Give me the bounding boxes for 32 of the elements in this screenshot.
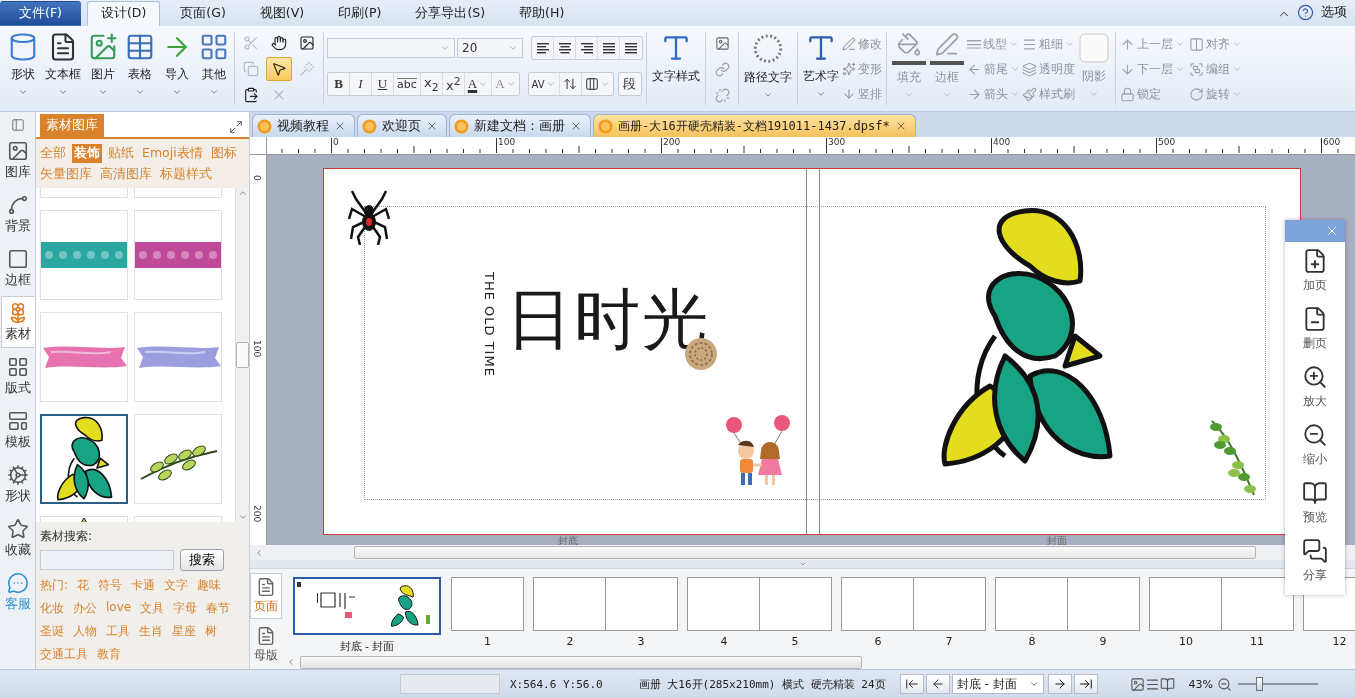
- page-number: 2: [565, 635, 575, 648]
- page-number: 12: [1331, 635, 1348, 648]
- page-label: 封底: [556, 535, 579, 545]
- page-number: 6: [873, 635, 883, 648]
- page-number: 8: [1027, 635, 1037, 648]
- page-number: 封底 - 封面: [338, 639, 396, 654]
- page-label: 封面: [1045, 535, 1068, 545]
- search-label: 素材搜索:: [40, 528, 94, 545]
- ruler-number: 400: [993, 137, 1011, 147]
- ruler-number: 100: [252, 340, 262, 358]
- ruler-number: 100: [498, 137, 516, 147]
- page-number: 10: [1178, 635, 1194, 648]
- page-number: 5: [790, 635, 800, 648]
- zoom-level: 43%: [1188, 677, 1213, 691]
- page-number: 1: [483, 635, 492, 648]
- ruler-number: 0: [333, 137, 339, 147]
- page-number: 11: [1249, 635, 1265, 648]
- cursor-position: X:564.6 Y:56.0: [510, 677, 603, 691]
- page-number: 3: [636, 635, 646, 648]
- hot-label: 热门:: [40, 577, 69, 594]
- subtitle-text: THE OLD TIME: [482, 272, 497, 377]
- ruler-number: 200: [663, 137, 681, 147]
- ruler-number: 500: [1158, 137, 1176, 147]
- ruler-number: 300: [828, 137, 846, 147]
- ruler-number: 0: [252, 175, 262, 181]
- panel-title: 素材图库: [40, 113, 104, 137]
- ruler-number: 200: [252, 505, 262, 523]
- page-number: 4: [719, 635, 729, 648]
- page-number: 9: [1098, 635, 1108, 648]
- document-info: 画册 大16开(285x210mm) 横式 硬壳精装 24页: [638, 676, 886, 692]
- ruler-number: 600: [1323, 137, 1341, 147]
- page-number: 7: [944, 635, 954, 648]
